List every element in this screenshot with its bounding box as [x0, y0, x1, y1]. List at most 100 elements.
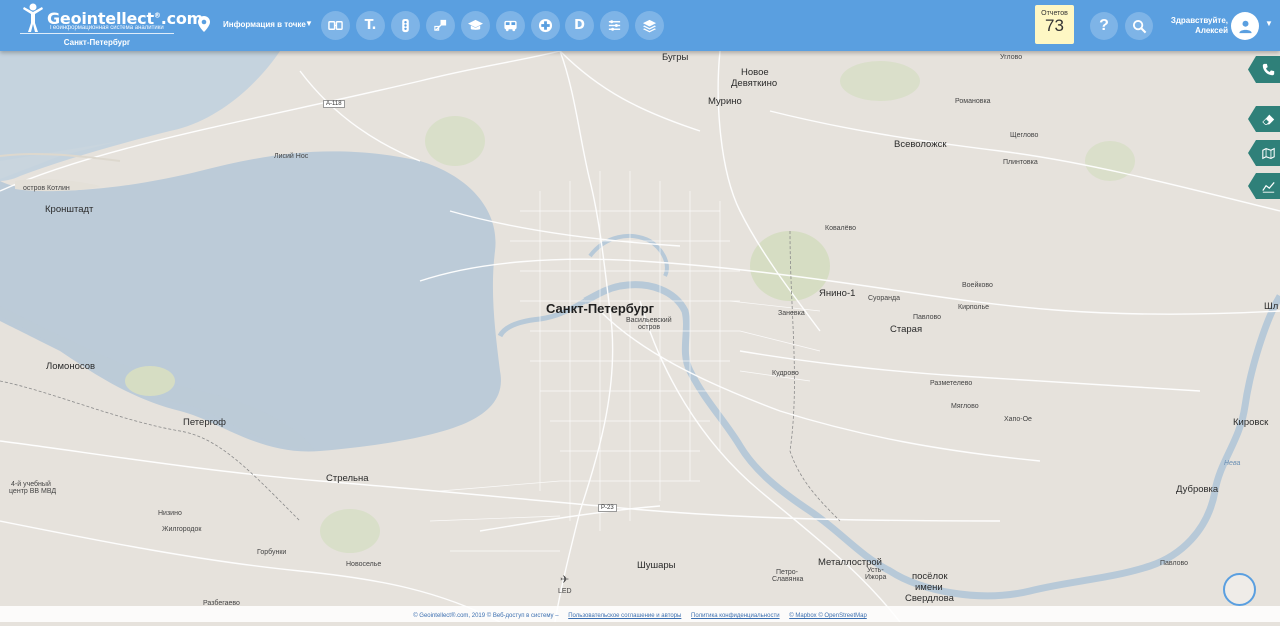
traffic-light-icon — [402, 18, 409, 33]
map-label: посёлок — [912, 571, 948, 582]
airport-label: LED — [558, 588, 572, 595]
map-label: Шл — [1264, 301, 1279, 312]
split-tool-button[interactable] — [426, 11, 455, 40]
logo-divider — [20, 33, 174, 34]
map-label: Хапо-Ое — [1004, 416, 1032, 423]
map-label: остров Котлин — [23, 185, 70, 192]
avatar[interactable] — [1231, 12, 1259, 40]
map-label: Девяткино — [731, 78, 778, 89]
search-icon — [1132, 19, 1146, 33]
user-greeting[interactable]: Здравствуйте, Алексей — [1150, 16, 1228, 36]
map-label: Мяглово — [951, 403, 979, 410]
map-label: Кирполье — [958, 304, 990, 311]
bus-icon — [504, 20, 517, 32]
map-label: Углово — [1000, 54, 1023, 61]
greeting-hello: Здравствуйте, — [1170, 16, 1228, 25]
map-label: Стрельна — [326, 473, 369, 484]
map-label: Низино — [158, 510, 182, 517]
map-label: Ломоносов — [46, 361, 96, 372]
cinema-tool-button[interactable] — [321, 11, 350, 40]
help-button[interactable]: ? — [1090, 12, 1118, 40]
app-logo[interactable]: Geointellect®.com Геоинформационная сист… — [20, 3, 203, 48]
footer-privacy-link[interactable]: Политика конфиденциальности — [691, 613, 780, 619]
mode-dropdown[interactable]: Информация в точке — [223, 20, 306, 29]
map-label: Новоселье — [346, 561, 382, 568]
map-label: имени — [915, 582, 943, 593]
map-label: Кронштадт — [45, 204, 94, 215]
map-background — [0, 51, 1280, 622]
map-label: Павлово — [1160, 560, 1189, 567]
footer-terms-link[interactable]: Пользовательское соглашение и авторы — [568, 613, 681, 619]
footer: © Geointellect®.com, 2019 © Веб-доступ в… — [0, 606, 1280, 622]
logo-figure-icon — [23, 3, 43, 32]
user-icon — [1238, 20, 1252, 33]
map-pin-icon — [198, 16, 210, 32]
eraser-icon — [1261, 114, 1274, 125]
map-label-city: Санкт-Петербург — [546, 301, 655, 316]
medical-cross-icon — [538, 18, 553, 33]
map-label: Щеглово — [1010, 132, 1039, 139]
map-label: Романовка — [955, 98, 991, 105]
map-label: Всеволожск — [894, 139, 947, 150]
logo-tagline: Геоинформационная система аналитики — [50, 25, 164, 31]
airport-icon: ✈ — [560, 574, 570, 586]
phone-icon — [1262, 63, 1274, 76]
map-canvas[interactable]: Бугры Новое Девяткино Мурино Углово Рома… — [0, 51, 1280, 622]
map-icon — [1261, 147, 1275, 159]
footer-copyright: © Geointellect®.com, 2019 © Веб-доступ в… — [413, 613, 559, 619]
map-label: Свердлова — [905, 593, 954, 604]
map-label: Бугры — [662, 52, 689, 63]
map-label: Разметелево — [930, 380, 973, 387]
map-label: Ковалёво — [825, 225, 857, 232]
map-label: Новое — [741, 67, 769, 78]
split-icon — [434, 19, 447, 31]
compass-control[interactable] — [1223, 573, 1256, 606]
road-badge: Р-23 — [598, 504, 617, 512]
user-menu-chevron-icon[interactable]: ▼ — [1265, 19, 1273, 28]
map-label: Плинтовка — [1003, 159, 1038, 166]
transport-tool-button[interactable] — [496, 11, 525, 40]
chevron-down-icon[interactable]: ▼ — [305, 19, 313, 28]
map-label: Петергоф — [183, 417, 226, 428]
education-tool-button[interactable] — [461, 11, 490, 40]
map-label: Янино-1 — [819, 288, 856, 299]
reports-counter[interactable]: Отчетов 73 — [1035, 5, 1074, 44]
top-toolbar: Geointellect®.com Геоинформационная сист… — [0, 0, 1280, 51]
chart-icon — [1261, 181, 1275, 193]
map-label-water: Нева — [1224, 460, 1241, 467]
map-label: Кировск — [1233, 417, 1269, 428]
traffic-tool-button[interactable] — [391, 11, 420, 40]
map-label: Павлово — [913, 314, 942, 321]
city-selector[interactable]: Санкт-Петербург — [20, 38, 174, 47]
map-label: остров — [638, 324, 661, 331]
map-label: Мурино — [708, 96, 742, 107]
road-badge: А-118 — [323, 100, 345, 108]
greeting-username: Алексей — [1195, 26, 1228, 35]
medical-tool-button[interactable] — [531, 11, 560, 40]
map-label: Старая — [890, 324, 923, 335]
footer-attribution-link[interactable]: © Mapbox © OpenStreetMap — [789, 613, 867, 619]
cinema-icon — [328, 21, 343, 30]
d-icon: D — [574, 18, 585, 33]
map-label: Ижора — [865, 574, 887, 581]
text-icon: T. — [364, 18, 377, 33]
text-tool-button[interactable]: T. — [356, 11, 385, 40]
filters-tool-button[interactable] — [600, 11, 629, 40]
map-label: Лисий Нос — [274, 153, 309, 160]
reports-count: 73 — [1045, 16, 1064, 35]
map-label: Жилгородок — [162, 526, 202, 533]
map-label: Кудрово — [772, 370, 799, 377]
layers-tool-button[interactable] — [635, 11, 664, 40]
map-label: Дубровка — [1176, 484, 1219, 495]
sliders-icon — [608, 20, 621, 31]
map-label: Горбунки — [257, 549, 287, 556]
graduation-cap-icon — [468, 19, 483, 30]
map-label: Воейково — [962, 282, 993, 289]
d-tool-button[interactable]: D — [565, 11, 594, 40]
layers-icon — [642, 19, 657, 33]
map-label: Заневка — [778, 310, 805, 317]
map-label: Суоранда — [868, 295, 900, 302]
map-label: Шушары — [637, 560, 676, 571]
search-button[interactable] — [1125, 12, 1153, 40]
map-label: центр ВВ МВД — [9, 488, 57, 495]
